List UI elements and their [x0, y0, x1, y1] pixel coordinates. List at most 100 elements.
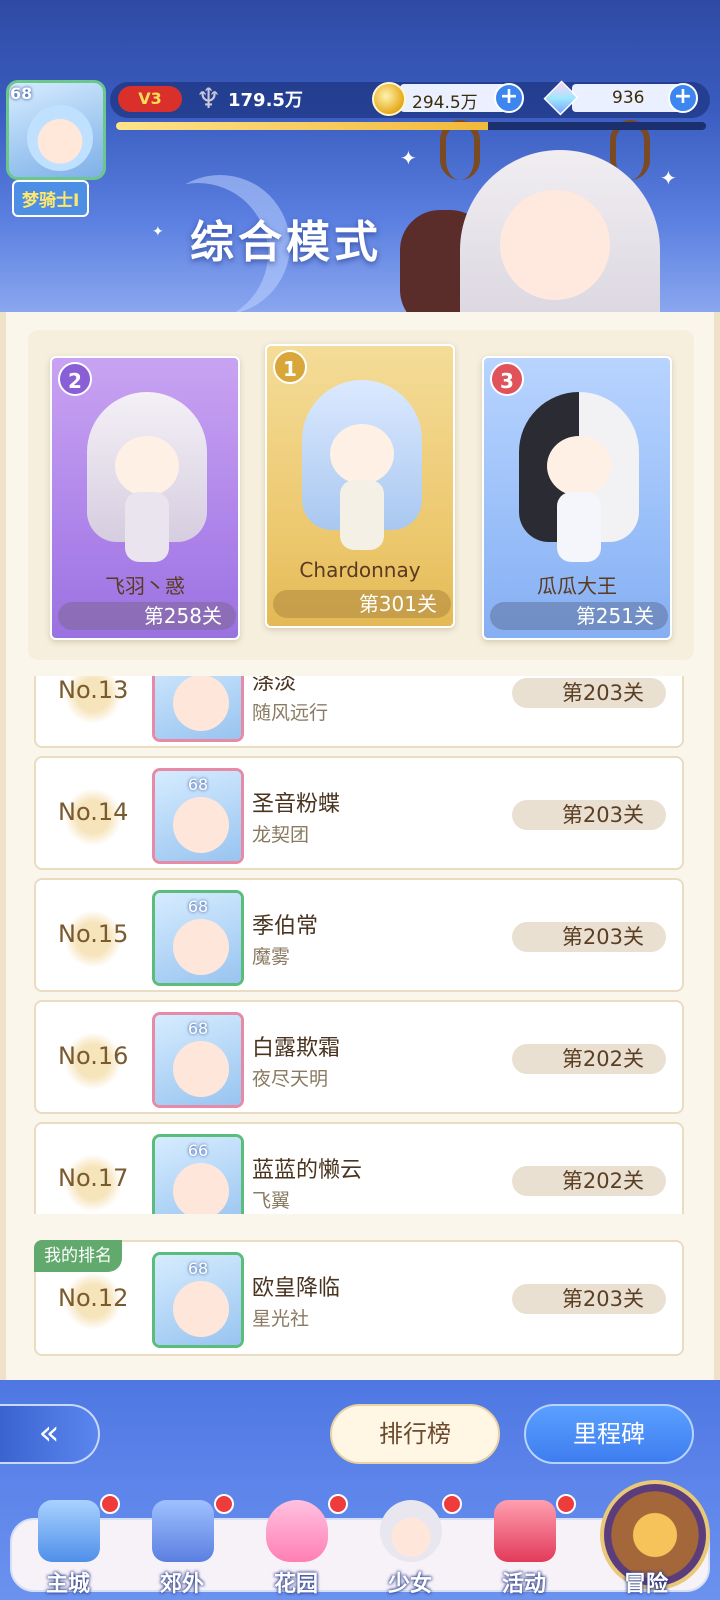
- my-stage-badge: 第203关: [512, 1284, 666, 1314]
- character-face: [547, 436, 611, 496]
- podium-player-name: 瓜瓜大王: [537, 574, 617, 598]
- rank-number: No.15: [58, 920, 129, 948]
- banner-character-image: [400, 120, 680, 312]
- my-player-name: 欧皇降临: [252, 1276, 341, 1301]
- rank-number: No.16: [58, 1042, 129, 1070]
- avatar-level: 68: [187, 775, 209, 794]
- rank-1-medal-icon: 1: [273, 350, 307, 384]
- nav-label: 主城: [45, 1572, 90, 1597]
- avatar-level: 68: [187, 1259, 209, 1278]
- stage-badge: 第203关: [512, 800, 666, 830]
- stage-badge: 第203关: [512, 678, 666, 708]
- power-value: 179.5万: [228, 90, 303, 111]
- rank-number: No.14: [58, 798, 129, 826]
- podium-card-rank-2[interactable]: 2 飞羽丶惑 第258关: [50, 356, 240, 640]
- nav-label: 花园: [273, 1572, 318, 1597]
- player-name: 季伯常: [252, 914, 319, 939]
- guild-name: 随风远行: [252, 702, 329, 724]
- nav-label: 少女: [387, 1572, 432, 1597]
- heart-icon: [266, 1500, 328, 1562]
- character-portrait: [87, 392, 207, 562]
- milestone-button[interactable]: 里程碑: [524, 1404, 694, 1464]
- avatar-level: 68: [187, 1019, 209, 1038]
- player-name[interactable]: 梦骑士I: [12, 180, 90, 217]
- notification-dot: [214, 1494, 234, 1514]
- podium-card-rank-3[interactable]: 3 瓜瓜大王 第251关: [482, 356, 672, 640]
- header-banner: ✦ ✦ ✦ 68 梦骑士I V3 ♆ 179.5万 294.5万 + 936 +…: [0, 0, 720, 312]
- guild-name: 龙契团: [252, 824, 310, 846]
- guild-name: 夜尽天明: [252, 1068, 329, 1090]
- gift-box-icon: [494, 1500, 556, 1562]
- nav-item-adventure[interactable]: 冒险: [596, 1500, 696, 1600]
- nav-item-girls[interactable]: 少女: [360, 1494, 462, 1600]
- rank-number: No.13: [58, 676, 129, 704]
- my-rank-number: No.12: [58, 1284, 129, 1312]
- vip-badge[interactable]: V3: [118, 86, 182, 112]
- my-avatar: 68: [152, 1252, 244, 1348]
- rank-2-medal-icon: 2: [58, 362, 92, 396]
- podium-player-name: Chardonnay: [299, 558, 421, 582]
- guild-name: 飞翼: [252, 1190, 291, 1212]
- girl-portrait-icon: [380, 1500, 442, 1562]
- avatar-face: [27, 105, 93, 171]
- back-button[interactable]: «: [0, 1404, 100, 1464]
- castle-icon: [38, 1500, 100, 1562]
- character-body: [125, 492, 169, 562]
- stage-badge: 第202关: [512, 1166, 666, 1196]
- character-portrait: [302, 380, 422, 550]
- character-face: [115, 436, 179, 496]
- leaderboard-button[interactable]: 排行榜: [330, 1404, 500, 1464]
- podium-stage: 第301关: [273, 590, 451, 618]
- nav-label: 冒险: [623, 1572, 668, 1597]
- notification-dot: [442, 1494, 462, 1514]
- gem-value: 936: [612, 88, 645, 108]
- guild-name: 魔雾: [252, 946, 291, 968]
- player-avatar: 68: [152, 890, 244, 986]
- avatar-face: [173, 1281, 229, 1337]
- nav-item-events[interactable]: 活动: [474, 1494, 576, 1600]
- add-gem-button[interactable]: +: [668, 83, 698, 113]
- rank-list[interactable]: No.13 涤淡 随风远行 第203关 No.14 68 圣音粉蝶 龙契团 第2…: [34, 676, 686, 1214]
- avatar-level: 68: [187, 897, 209, 916]
- my-rank-row[interactable]: No.12 68 欧皇降临 星光社 第203关: [34, 1240, 684, 1356]
- stage-badge: 第203关: [512, 922, 666, 952]
- avatar-face: [173, 1163, 229, 1214]
- avatar-face: [173, 797, 229, 853]
- nav-item-garden[interactable]: 花园: [246, 1494, 348, 1600]
- notification-dot: [328, 1494, 348, 1514]
- player-avatar: 66: [152, 1134, 244, 1214]
- exp-progress-fill: [116, 122, 488, 130]
- character-body: [557, 492, 601, 562]
- list-item[interactable]: No.13 涤淡 随风远行 第203关: [34, 676, 684, 748]
- list-item[interactable]: No.15 68 季伯常 魔雾 第203关: [34, 878, 684, 992]
- stage-badge: 第202关: [512, 1044, 666, 1074]
- character-portrait: [519, 392, 639, 562]
- nav-label: 活动: [501, 1572, 546, 1597]
- list-item[interactable]: No.17 66 蓝蓝的懒云 飞翼 第202关: [34, 1122, 684, 1214]
- nav-label: 郊外: [159, 1572, 204, 1597]
- podium-card-rank-1[interactable]: 1 Chardonnay 第301关: [265, 344, 455, 628]
- player-avatar: 68: [152, 768, 244, 864]
- my-rank-tag: 我的排名: [34, 1240, 122, 1272]
- character-face: [330, 424, 394, 484]
- avatar-level: 66: [187, 1141, 209, 1160]
- exp-progress-bar: [116, 122, 706, 130]
- list-item[interactable]: No.16 68 白露欺霜 夜尽天明 第202关: [34, 1000, 684, 1114]
- rank-number: No.17: [58, 1164, 129, 1192]
- list-item[interactable]: No.14 68 圣音粉蝶 龙契团 第203关: [34, 756, 684, 870]
- gold-coin-icon: [372, 82, 406, 116]
- player-avatar: 68: [152, 1012, 244, 1108]
- nav-item-outskirts[interactable]: 郊外: [132, 1494, 234, 1600]
- player-level: 68: [10, 84, 33, 103]
- add-gold-button[interactable]: +: [494, 83, 524, 113]
- player-name: 涤淡: [252, 676, 297, 695]
- power-trophy-icon: ♆: [196, 82, 222, 115]
- rank-3-medal-icon: 3: [490, 362, 524, 396]
- avatar-face: [173, 919, 229, 975]
- character-body: [340, 480, 384, 550]
- nav-item-main-city[interactable]: 主城: [18, 1494, 120, 1600]
- character-face: [500, 190, 610, 300]
- notification-dot: [556, 1494, 576, 1514]
- player-avatar: [152, 676, 244, 742]
- notification-dot: [100, 1494, 120, 1514]
